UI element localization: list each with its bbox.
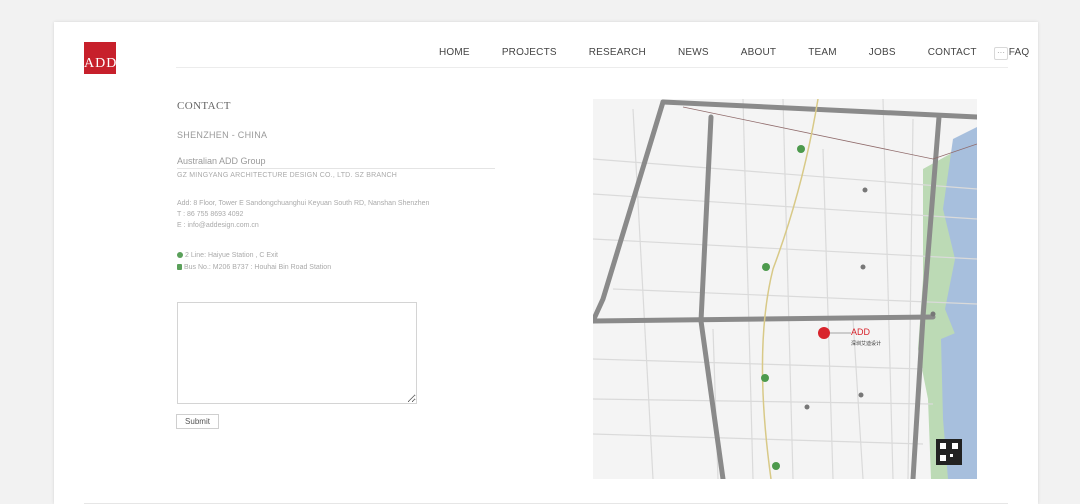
ado-marker	[818, 327, 830, 339]
qr-code	[936, 439, 962, 465]
nav-research[interactable]: RESEARCH	[589, 46, 646, 60]
nav-news[interactable]: NEWS	[678, 46, 709, 60]
add-logo[interactable]: ADD	[84, 42, 116, 74]
address-block: Add: 8 Floor, Tower E Sandongchuanghui K…	[177, 198, 429, 231]
more-menu-button[interactable]: ···	[994, 47, 1008, 60]
metro-text: 2 Line: Haiyue Station , C Exit	[185, 252, 278, 259]
nav-home[interactable]: HOME	[439, 46, 470, 60]
phone-line: T : 86 755 8693 4092	[177, 211, 244, 218]
company-name: Australian ADD Group	[177, 156, 266, 166]
message-textarea[interactable]	[177, 302, 417, 404]
metro-line: 2 Line: Haiyue Station , C Exit	[177, 250, 331, 262]
nav-contact[interactable]: CONTACT	[928, 46, 977, 60]
email-line[interactable]: E : info@addesign.com.cn	[177, 220, 429, 231]
company-divider	[177, 168, 495, 169]
map-marker-sublabel: 深圳艾迪设计	[851, 340, 881, 347]
map-svg: ADD 深圳艾迪设计	[593, 99, 977, 479]
address-line: Add: 8 Floor, Tower E Sandongchuanghui K…	[177, 200, 430, 207]
nav-team[interactable]: TEAM	[808, 46, 837, 60]
page-title: CONTACT	[177, 100, 231, 112]
logo-text: ADD	[84, 56, 118, 71]
map-marker-label: ADD	[851, 327, 871, 337]
main-nav: HOME PROJECTS RESEARCH NEWS ABOUT TEAM J…	[439, 46, 1029, 60]
nav-divider	[176, 67, 1008, 68]
nav-faq[interactable]: FAQ	[1009, 46, 1030, 60]
nav-about[interactable]: ABOUT	[741, 46, 776, 60]
transit-block: 2 Line: Haiyue Station , C Exit Bus No.:…	[177, 250, 331, 274]
page-sheet: ADD HOME PROJECTS RESEARCH NEWS ABOUT TE…	[54, 22, 1038, 504]
bus-line: Bus No.: M206 B737 : Houhai Bin Road Sta…	[177, 262, 331, 274]
bus-text: Bus No.: M206 B737 : Houhai Bin Road Sta…	[184, 264, 332, 271]
city-label: SHENZHEN - CHINA	[177, 130, 268, 140]
bus-icon	[177, 264, 182, 271]
nav-jobs[interactable]: JOBS	[869, 46, 896, 60]
metro-icon	[177, 252, 183, 259]
firm-name: GZ MINGYANG ARCHITECTURE DESIGN CO., LTD…	[177, 172, 397, 179]
submit-button[interactable]: Submit	[176, 414, 219, 429]
location-map[interactable]: ADD 深圳艾迪设计	[593, 99, 977, 479]
nav-projects[interactable]: PROJECTS	[502, 46, 557, 60]
